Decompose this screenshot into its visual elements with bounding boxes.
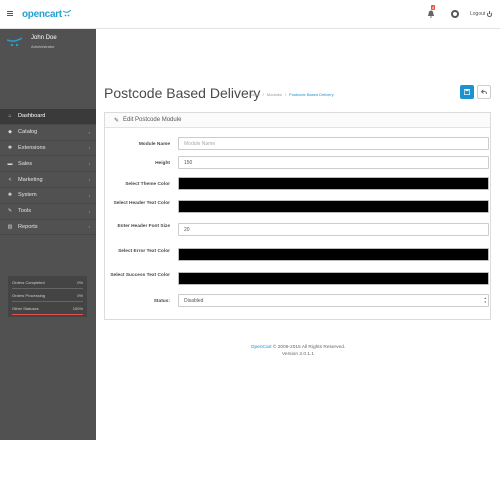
- stat-label: Orders Processing: [12, 293, 46, 298]
- avatar-icon: [7, 37, 22, 47]
- color-picker[interactable]: [178, 272, 489, 285]
- module-name-input[interactable]: Module Name: [178, 137, 489, 150]
- tools-icon: ✎: [7, 208, 13, 215]
- reply-icon: [481, 89, 487, 95]
- lifebuoy-ring: [451, 10, 459, 18]
- sidebar-item-label: Reports: [18, 223, 38, 230]
- dashboard-icon: ⌂: [8, 113, 12, 120]
- version-text: Version 2.0.1.1: [281, 352, 314, 357]
- chevron-right-icon: ›: [88, 129, 90, 135]
- status-select[interactable]: Disabled: [178, 294, 489, 307]
- sidebar-item-label: System: [18, 192, 37, 199]
- reports-icon: ▥: [7, 223, 13, 230]
- field-label: Select Error Text Color: [118, 249, 170, 254]
- hamburger-icon[interactable]: [7, 11, 13, 16]
- save-button[interactable]: [460, 85, 474, 99]
- user-name: John Doe: [31, 35, 57, 41]
- page-title: Postcode Based Delivery: [104, 85, 261, 101]
- sidebar-item-extensions[interactable]: ✱ Extensions ›: [0, 141, 96, 157]
- catalog-icon: ◆: [8, 129, 12, 136]
- field-label: Enter Header Font Size: [117, 224, 170, 229]
- height-input[interactable]: 150: [178, 156, 489, 169]
- system-icon: ✺: [7, 192, 13, 199]
- sidebar-item-reports[interactable]: ▥ Reports ›: [0, 220, 96, 236]
- chevron-right-icon: ›: [88, 224, 90, 230]
- chevron-right-icon: ›: [88, 145, 90, 151]
- field-label: Select Theme Color: [125, 182, 170, 187]
- chevron-right-icon: ›: [88, 208, 90, 214]
- extensions-icon: ✱: [7, 144, 13, 151]
- color-picker[interactable]: [178, 177, 489, 190]
- logo-text: opencart: [22, 8, 62, 20]
- panel-title: Edit Postcode Module: [123, 117, 182, 123]
- back-button[interactable]: [477, 85, 491, 99]
- color-picker[interactable]: [178, 200, 489, 213]
- sidebar-item-marketing[interactable]: < Marketing ›: [0, 172, 96, 188]
- field-label: Height: [155, 161, 170, 166]
- notification-badge: 8: [431, 5, 436, 10]
- sidebar-item-sales[interactable]: ▬ Sales ›: [0, 156, 96, 173]
- stat-value: 0%: [77, 293, 83, 298]
- enter-header-font-size-input[interactable]: 20: [178, 223, 489, 236]
- color-picker[interactable]: [178, 248, 489, 261]
- breadcrumb-item[interactable]: Modules: [267, 92, 282, 97]
- stat-progress-bar: [12, 301, 83, 302]
- user-role: Administrator: [31, 44, 55, 49]
- sidebar-menu: ⌂ Dashboard ◆ Catalog › ✱ Extensions › ▬ Sales › < M…: [0, 109, 96, 236]
- sidebar-item-system[interactable]: ✺ System ›: [0, 188, 96, 204]
- sidebar-item-label: Extensions: [18, 144, 46, 151]
- stat-label: Other Statuses: [12, 306, 39, 311]
- stat-progress-fill: [12, 314, 83, 315]
- copyright-text: © 2009-2015 All Rights Reserved.: [272, 345, 346, 350]
- sidebar-item-tools[interactable]: ✎ Tools ›: [0, 204, 96, 220]
- order-stats: Orders Completed 0% Orders Processing 0% Oth…: [8, 276, 87, 317]
- edit-module-panel: ✎ Edit Postcode Module Module Name Module…: [104, 112, 491, 320]
- opencart-link[interactable]: OpenCart: [251, 345, 272, 350]
- field-label: Select Header Text Color: [113, 201, 170, 206]
- marketing-icon: <: [8, 176, 12, 183]
- logout-link[interactable]: Logout: [470, 10, 493, 17]
- power-icon: [487, 10, 493, 17]
- pencil-icon: ✎: [114, 117, 120, 124]
- cart-icon: [62, 9, 72, 19]
- stat-label: Orders Completed: [12, 280, 45, 285]
- stat-progress-bar: [12, 314, 83, 315]
- stat-value: 100%: [72, 306, 83, 311]
- field-label: Module Name: [138, 142, 170, 147]
- breadcrumb-item[interactable]: Postcode Based Delivery: [289, 92, 334, 97]
- field-label: Status:: [153, 299, 170, 304]
- sidebar-item-label: Tools: [18, 208, 32, 215]
- breadcrumb-separator: /: [284, 92, 287, 97]
- footer: OpenCart © 2009-2015 All Rights Reserved…: [96, 344, 500, 358]
- stat-progress-bar: [12, 288, 83, 289]
- opencart-logo[interactable]: opencart: [22, 6, 72, 22]
- field-label: Select Success Text Color: [110, 273, 170, 278]
- stat-row: Orders Processing 0%: [11, 290, 84, 303]
- stat-row: Orders Completed 0%: [11, 277, 84, 290]
- breadcrumb: Home / Modules / Postcode Based Delivery: [249, 92, 334, 97]
- sidebar-item-label: Dashboard: [18, 113, 46, 120]
- breadcrumb-separator: /: [262, 92, 264, 97]
- stat-row: Other Statuses 100%: [11, 303, 84, 316]
- bell-icon[interactable]: 8: [426, 5, 436, 19]
- top-header: opencart 8 Logout: [0, 0, 500, 29]
- chevron-right-icon: ›: [88, 161, 90, 167]
- sidebar-item-label: Marketing: [18, 176, 43, 183]
- breadcrumb-item[interactable]: Home: [249, 92, 260, 97]
- sidebar: John Doe Administrator ⌂ Dashboard ◆ Catalo…: [0, 29, 96, 440]
- chevron-right-icon: ›: [88, 177, 90, 183]
- sales-icon: ▬: [7, 160, 13, 167]
- sidebar-item-label: Catalog: [18, 129, 38, 136]
- user-profile[interactable]: John Doe Administrator: [0, 29, 96, 79]
- sidebar-item-label: Sales: [18, 160, 32, 167]
- save-icon: [464, 89, 470, 95]
- chevron-right-icon: ›: [88, 192, 90, 198]
- lifebuoy-icon[interactable]: [450, 9, 460, 19]
- sidebar-item-dashboard[interactable]: ⌂ Dashboard: [0, 109, 96, 125]
- panel-heading: ✎ Edit Postcode Module: [105, 113, 490, 128]
- sidebar-item-catalog[interactable]: ◆ Catalog ›: [0, 125, 96, 141]
- logout-label: Logout: [470, 11, 486, 17]
- stat-value: 0%: [77, 280, 83, 285]
